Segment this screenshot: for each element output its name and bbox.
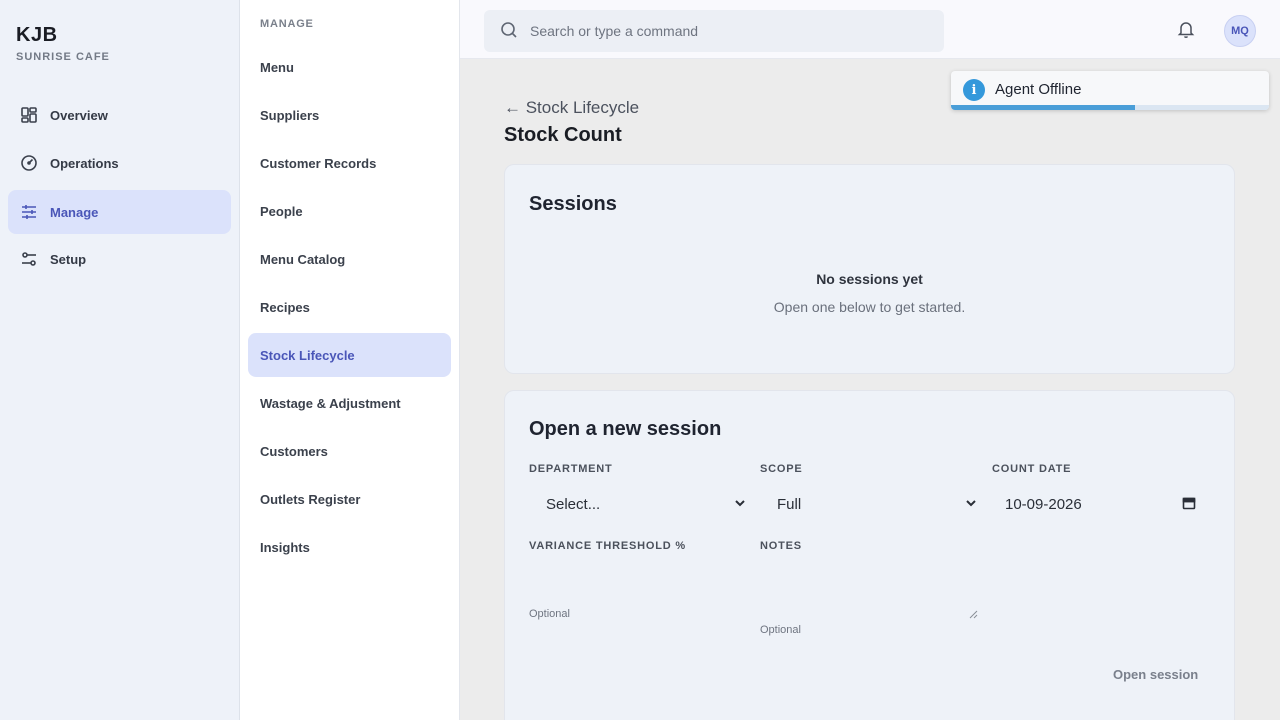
brand-name: KJB <box>16 24 58 46</box>
resize-handle-icon[interactable] <box>969 606 978 619</box>
gauge-icon <box>20 154 38 172</box>
toggles-icon <box>20 250 38 268</box>
subnav-item-insights[interactable]: Insights <box>248 525 451 569</box>
toast-text: Agent Offline <box>995 81 1082 98</box>
secondary-sidebar: MANAGE Menu Suppliers Customer Records P… <box>240 0 460 720</box>
search-box[interactable] <box>484 10 944 52</box>
scope-value: Full <box>777 495 802 513</box>
sidebar-item-setup[interactable]: Setup <box>8 237 231 281</box>
brand-subtitle: SUNRISE CAFE <box>16 51 110 63</box>
subnav-item-menu-catalog[interactable]: Menu Catalog <box>248 237 451 281</box>
department-select[interactable]: Select... <box>529 484 747 524</box>
chevron-down-icon <box>733 496 747 510</box>
subnav-item-people[interactable]: People <box>248 189 451 233</box>
subnav-item-suppliers[interactable]: Suppliers <box>248 93 451 137</box>
primary-sidebar: KJB SUNRISE CAFE Overview Operations Man… <box>0 0 240 720</box>
count-date-value: 10-09-2026 <box>1005 495 1082 513</box>
sidebar-item-operations[interactable]: Operations <box>8 141 231 185</box>
sliders-icon <box>20 203 38 221</box>
subnav-item-wastage-adjustment[interactable]: Wastage & Adjustment <box>248 381 451 425</box>
avatar[interactable]: MQ <box>1224 15 1256 47</box>
sidebar-item-overview[interactable]: Overview <box>8 93 231 137</box>
bell-icon[interactable] <box>1176 19 1198 41</box>
info-icon: i <box>963 79 985 101</box>
subnav-heading: MANAGE <box>260 18 314 30</box>
sidebar-item-label: Operations <box>50 155 119 171</box>
subnav-item-outlets-register[interactable]: Outlets Register <box>248 477 451 521</box>
notes-label: NOTES <box>760 540 802 552</box>
sidebar-item-manage[interactable]: Manage <box>8 190 231 234</box>
subnav-item-stock-lifecycle[interactable]: Stock Lifecycle <box>248 333 451 377</box>
empty-state-subtitle: Open one below to get started. <box>773 299 966 315</box>
search-input[interactable] <box>530 23 930 39</box>
subnav-item-recipes[interactable]: Recipes <box>248 285 451 329</box>
toast-notification[interactable]: i Agent Offline <box>951 71 1269 110</box>
empty-state-title: No sessions yet <box>816 271 923 287</box>
department-value: Select... <box>546 495 601 513</box>
search-icon <box>500 21 520 41</box>
new-session-card: Open a new session DEPARTMENT Select... … <box>504 390 1235 720</box>
subnav-item-customers[interactable]: Customers <box>248 429 451 473</box>
sidebar-item-label: Manage <box>50 204 99 220</box>
sessions-card: Sessions No sessions yet Open one below … <box>504 164 1235 374</box>
top-bar: MQ <box>460 0 1280 59</box>
count-date-input[interactable]: 10-09-2026 <box>992 484 1196 524</box>
calendar-icon <box>1182 496 1196 510</box>
toast-progress-bar <box>951 105 1136 110</box>
variance-threshold-label: VARIANCE THRESHOLD % <box>529 540 686 552</box>
new-session-title: Open a new session <box>529 418 722 440</box>
notes-hint: Optional <box>760 624 801 636</box>
variance-hint: Optional <box>529 608 570 620</box>
notes-textarea[interactable] <box>760 557 978 619</box>
count-date-label: COUNT DATE <box>992 463 1072 475</box>
department-label: DEPARTMENT <box>529 463 613 475</box>
open-session-button[interactable]: Open session <box>1113 667 1198 682</box>
sessions-title: Sessions <box>529 193 617 215</box>
page-title: Stock Count <box>504 124 622 146</box>
scope-select[interactable]: Full <box>760 484 978 524</box>
scope-label: SCOPE <box>760 463 803 475</box>
sidebar-item-label: Overview <box>50 107 108 123</box>
chevron-down-icon <box>964 496 978 510</box>
sidebar-item-label: Setup <box>50 251 87 267</box>
subnav-item-customer-records[interactable]: Customer Records <box>248 141 451 185</box>
variance-threshold-input[interactable] <box>529 557 747 593</box>
grid-icon <box>20 106 38 124</box>
subnav-item-menu[interactable]: Menu <box>248 45 451 89</box>
back-link[interactable]: ← Stock Lifecycle <box>504 98 639 118</box>
